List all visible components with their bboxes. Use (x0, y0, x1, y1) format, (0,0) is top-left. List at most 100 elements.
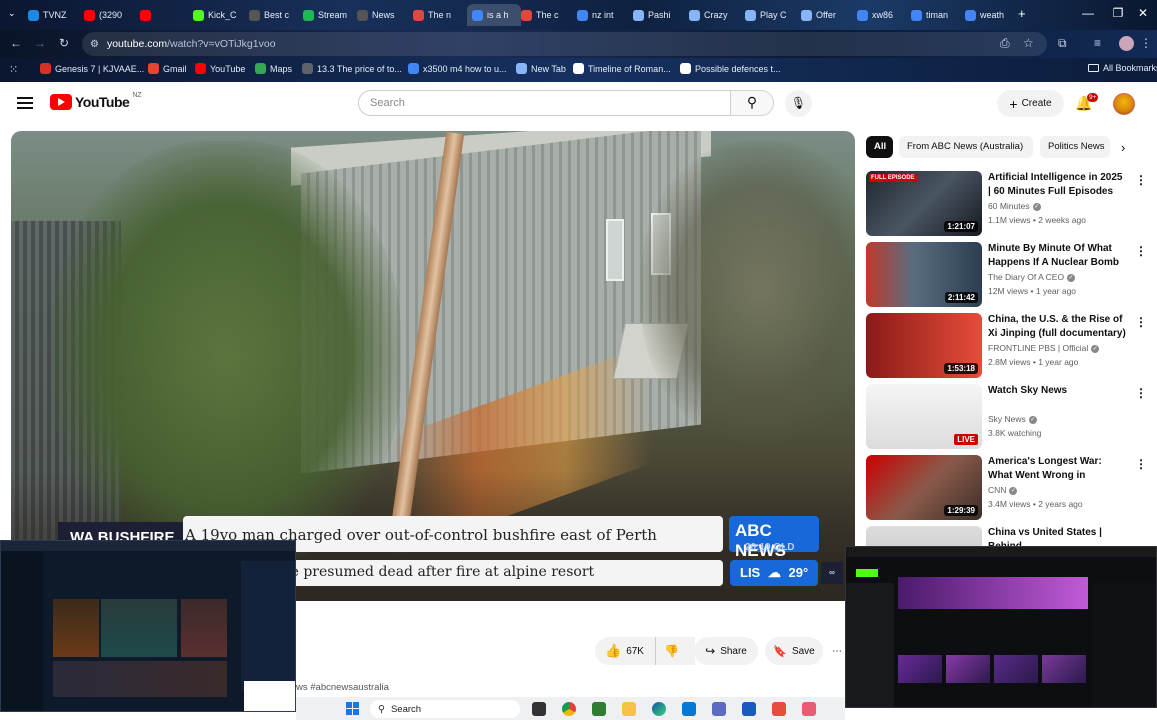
bookmark-item[interactable]: Genesis 7 | KJVAAE... (40, 63, 144, 74)
recommended-video[interactable]: FULL EPISODE 1:21:07 Artificial Intelligen… (866, 171, 1156, 237)
video-thumbnail[interactable]: 1:29:39 (866, 455, 982, 520)
profile-avatar[interactable] (1119, 36, 1134, 51)
channel-name[interactable]: CNN ✓ (988, 485, 1018, 495)
all-bookmarks[interactable]: All Bookmarks (1088, 63, 1157, 73)
tab-9[interactable]: is a h (467, 4, 521, 26)
extensions-icon[interactable]: ⧉ (1058, 36, 1067, 51)
tab-16[interactable]: xw86 (857, 4, 911, 26)
tab-12[interactable]: Pashi (633, 4, 687, 26)
chip-3[interactable]: Politics News (1040, 136, 1110, 158)
bookmark-item[interactable]: x3500 m4 how to u... (408, 63, 507, 74)
chevron-right-icon[interactable]: › (1121, 140, 1125, 155)
video-player[interactable]: WA BUSHFIRE A 19yo man charged over out-… (11, 131, 855, 601)
maximize-button[interactable]: ❐ (1108, 6, 1128, 20)
store-icon[interactable] (712, 702, 726, 716)
bookmark-star-icon[interactable]: ☆ (1023, 36, 1034, 50)
video-thumbnail[interactable]: 2:11:42 (866, 242, 982, 307)
search-input[interactable]: Search (358, 90, 731, 116)
address-bar[interactable]: ⚙ youtube.com/watch?v=vOTiJkg1voo (82, 32, 1047, 56)
tab-18[interactable]: weath (965, 4, 1019, 26)
word-icon[interactable] (742, 702, 756, 716)
app-icon[interactable] (592, 702, 606, 716)
more-menu-icon[interactable]: ⋮ (1140, 36, 1152, 50)
dislike-button[interactable]: 👎 (655, 637, 687, 665)
taskbar-search[interactable]: ⚲ Search (370, 700, 520, 718)
chip-1[interactable]: All (866, 136, 893, 158)
tab-4[interactable]: Kick_C (193, 4, 247, 26)
tab-6[interactable]: Stream (303, 4, 357, 26)
tab-14[interactable]: Play C (745, 4, 799, 26)
video-thumbnail[interactable]: 1:53:18 (866, 313, 982, 378)
reload-button[interactable]: ↻ (59, 36, 69, 50)
video-title[interactable]: America's Longest War: What Went Wrong i… (988, 455, 1128, 484)
channel-name[interactable]: The Diary Of A CEO ✓ (988, 272, 1076, 282)
bookmark-item[interactable]: New Tab (516, 63, 566, 74)
video-hashtags[interactable]: ws #abcnewsaustralia (296, 682, 389, 693)
overlay-window-right[interactable] (845, 546, 1157, 708)
bookmark-item[interactable]: Timeline of Roman... (573, 63, 671, 74)
tab-search-button[interactable]: ⌄ (8, 8, 16, 19)
bookmark-item[interactable]: 13.3 The price of to... (302, 63, 402, 74)
chrome-icon[interactable] (562, 702, 576, 716)
recommended-video[interactable]: 2:11:42 Minute By Minute Of What Happens … (866, 242, 1156, 308)
bookmark-item[interactable]: Possible defences t... (680, 63, 781, 74)
bookmark-item[interactable]: Gmail (148, 63, 187, 74)
overlay-window-left[interactable] (0, 540, 296, 712)
more-actions-button[interactable]: ⋯ (829, 637, 845, 665)
mail-icon[interactable] (682, 702, 696, 716)
apps-grid-icon[interactable]: ⁙ (9, 63, 18, 76)
more-options-icon[interactable]: ⋮ (1135, 244, 1147, 258)
more-options-icon[interactable]: ⋮ (1135, 386, 1147, 400)
bookmark-item[interactable]: Maps (255, 63, 292, 74)
task-view-icon[interactable] (532, 702, 546, 716)
voice-search-button[interactable]: 🎙 (785, 90, 812, 117)
tab-5[interactable]: Best c (249, 4, 303, 26)
back-button[interactable]: ← (10, 36, 22, 50)
app-icon[interactable] (772, 702, 786, 716)
edge-icon[interactable] (652, 702, 666, 716)
site-info-icon[interactable]: ⚙ (90, 39, 99, 50)
recommended-video[interactable]: 1:53:18 China, the U.S. & the Rise of Xi … (866, 313, 1156, 379)
video-title[interactable]: Minute By Minute Of What Happens If A Nu… (988, 242, 1128, 271)
video-thumbnail[interactable]: FULL EPISODE 1:21:07 (866, 171, 982, 236)
menu-icon[interactable]: ≡ (1094, 36, 1101, 50)
video-title[interactable]: Watch Sky News (988, 384, 1128, 398)
tab-17[interactable]: timan (911, 4, 965, 26)
video-thumbnail[interactable]: LIVE (866, 384, 982, 449)
tab-11[interactable]: nz int (577, 4, 631, 26)
menu-hamburger-icon[interactable] (17, 97, 33, 112)
tab-3[interactable] (140, 4, 194, 26)
create-button[interactable]: + Create (997, 90, 1064, 117)
recommended-video[interactable]: LIVE Watch Sky News Sky News ✓ 3.8K watching… (866, 384, 1156, 450)
chip-2[interactable]: From ABC News (Australia) (899, 136, 1033, 158)
channel-name[interactable]: FRONTLINE PBS | Official ✓ (988, 343, 1100, 353)
tab-8[interactable]: The n (413, 4, 467, 26)
install-app-icon[interactable]: ⎙ (1000, 36, 1010, 51)
tab-10[interactable]: The c (521, 4, 575, 26)
video-title[interactable]: Artificial Intelligence in 2025 | 60 Min… (988, 171, 1128, 199)
file-explorer-icon[interactable] (622, 702, 636, 716)
windows-start-icon[interactable] (346, 702, 360, 716)
account-avatar[interactable] (1113, 93, 1135, 115)
video-title[interactable]: China, the U.S. & the Rise of Xi Jinping… (988, 313, 1128, 342)
tab-2[interactable]: (3290 (84, 4, 138, 26)
search-button[interactable]: ⚲ (730, 90, 774, 116)
forward-button[interactable]: → (34, 36, 46, 50)
recommended-video[interactable]: 1:29:39 America's Longest War: What Went … (866, 455, 1156, 521)
tab-7[interactable]: News (357, 4, 411, 26)
more-options-icon[interactable]: ⋮ (1135, 457, 1147, 471)
more-options-icon[interactable]: ⋮ (1135, 315, 1147, 329)
new-tab-button[interactable]: + (1018, 6, 1026, 21)
share-button[interactable]: ↪ Share (694, 637, 758, 665)
bookmark-item[interactable]: YouTube (195, 63, 245, 74)
tab-15[interactable]: Offer (801, 4, 855, 26)
channel-name[interactable]: 60 Minutes ✓ (988, 201, 1041, 211)
tab-1[interactable]: TVNZ (28, 4, 82, 26)
close-window-button[interactable]: ✕ (1133, 6, 1153, 20)
minimize-button[interactable]: — (1078, 6, 1098, 20)
channel-name[interactable]: Sky News ✓ (988, 414, 1037, 424)
save-button[interactable]: 🔖 Save (765, 637, 823, 665)
tab-13[interactable]: Crazy (689, 4, 743, 26)
more-options-icon[interactable]: ⋮ (1135, 173, 1147, 187)
app-icon[interactable] (802, 702, 816, 716)
